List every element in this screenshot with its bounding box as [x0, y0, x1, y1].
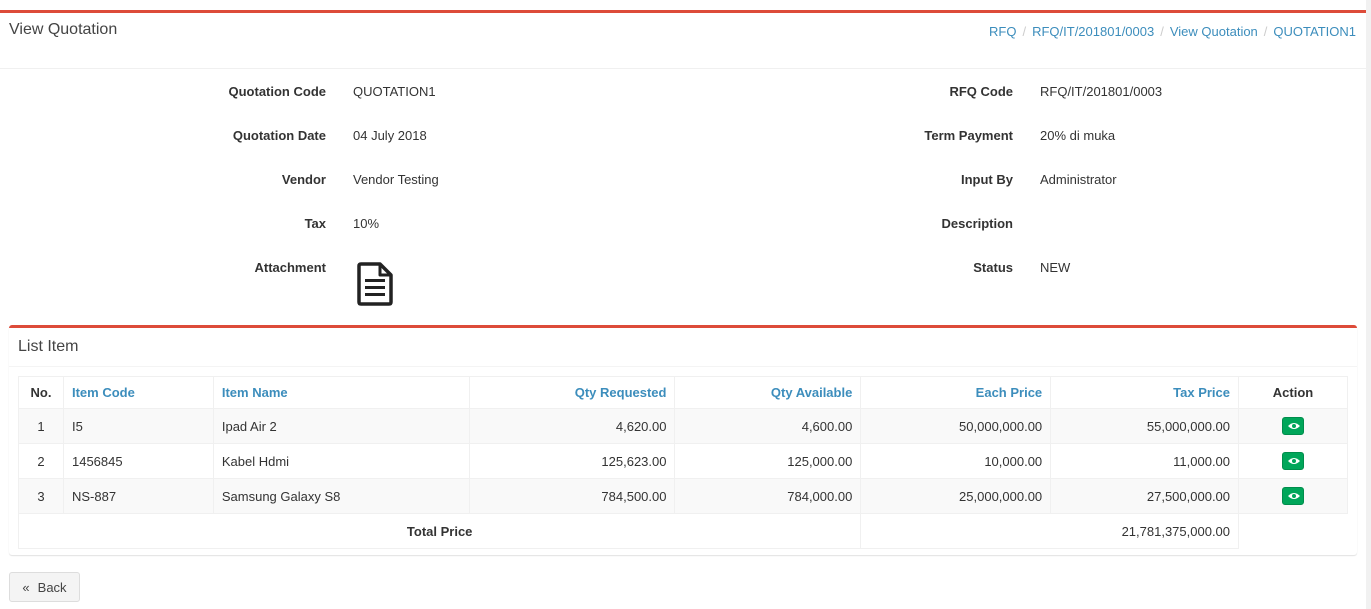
view-button[interactable]	[1282, 417, 1304, 435]
row-qty-available: 784,000.00	[674, 478, 862, 514]
table-header-row: No. Item Code Item Name Qty Requested Qt…	[18, 376, 1348, 409]
term-payment-value: 20% di muka	[1040, 128, 1116, 143]
row-action	[1238, 478, 1348, 514]
row-item-name: Samsung Galaxy S8	[212, 478, 470, 514]
row-qty-requested: 784,500.00	[468, 478, 676, 514]
row-qty-available: 4,600.00	[674, 408, 862, 444]
row-qty-requested: 4,620.00	[468, 408, 676, 444]
total-price-value: 21,781,375,000.00	[860, 513, 1240, 549]
status-value: NEW	[1040, 260, 1071, 275]
list-item-box: List Item No. Item Code Item Name Qty Re…	[9, 325, 1357, 555]
table-row: 2 1456845 Kabel Hdmi 125,623.00 125,000.…	[18, 443, 1348, 479]
row-qty-requested: 125,623.00	[468, 443, 676, 479]
tax-label: Tax	[304, 216, 326, 231]
column-item-code[interactable]: Item Code	[62, 376, 214, 409]
row-tax-price: 55,000,000.00	[1050, 408, 1240, 444]
vendor-value: Vendor Testing	[353, 172, 439, 187]
breadcrumb-separator: /	[1263, 24, 1268, 39]
breadcrumb-separator: /	[1160, 24, 1164, 39]
term-payment-label: Term Payment	[924, 128, 1013, 143]
row-action	[1238, 408, 1348, 444]
column-qty-requested[interactable]: Qty Requested	[468, 376, 676, 409]
items-table: No. Item Code Item Name Qty Requested Qt…	[17, 376, 1348, 549]
breadcrumb: RFQ / RFQ/IT/201801/0003 / View Quotatio…	[989, 24, 1356, 39]
breadcrumb-separator: /	[1022, 24, 1027, 39]
quotation-code-value: QUOTATION1	[353, 84, 436, 99]
quotation-date-label: Quotation Date	[232, 128, 326, 143]
table-row: 1 I5 Ipad Air 2 4,620.00 4,600.00 50,000…	[18, 408, 1348, 444]
status-label: Status	[973, 260, 1013, 275]
view-button[interactable]	[1282, 487, 1304, 505]
row-each-price: 25,000,000.00	[860, 478, 1052, 514]
row-item-name: Kabel Hdmi	[212, 443, 470, 479]
row-no: 3	[18, 478, 64, 514]
row-item-code: I5	[62, 408, 214, 444]
row-qty-available: 125,000.00	[674, 443, 862, 479]
row-item-name: Ipad Air 2	[212, 408, 470, 444]
attachment-label: Attachment	[254, 260, 326, 275]
column-tax-price[interactable]: Tax Price	[1050, 376, 1240, 409]
column-qty-available[interactable]: Qty Available	[674, 376, 862, 409]
row-each-price: 50,000,000.00	[860, 408, 1052, 444]
back-button[interactable]: « Back	[9, 572, 80, 602]
row-item-code: NS-887	[62, 478, 214, 514]
quotation-date-value: 04 July 2018	[353, 128, 427, 143]
breadcrumb-rfq-code[interactable]: RFQ/IT/201801/0003	[1032, 24, 1154, 39]
row-each-price: 10,000.00	[860, 443, 1052, 479]
column-item-name[interactable]: Item Name	[212, 376, 470, 409]
total-price-label: Total Price	[17, 513, 862, 549]
eye-icon	[1288, 423, 1300, 429]
row-item-code: 1456845	[62, 443, 214, 479]
row-tax-price: 27,500,000.00	[1050, 478, 1240, 514]
list-item-title: List Item	[18, 338, 79, 355]
input-by-value: Administrator	[1040, 172, 1117, 187]
page-title: View Quotation	[9, 21, 118, 38]
tax-value: 10%	[353, 216, 380, 231]
view-button[interactable]	[1282, 452, 1304, 470]
vertical-scrollbar[interactable]	[1366, 0, 1371, 609]
row-no: 2	[18, 443, 64, 479]
column-action: Action	[1238, 376, 1348, 409]
rfq-code-label: RFQ Code	[949, 84, 1013, 99]
back-button-label: Back	[37, 579, 67, 595]
row-action	[1238, 443, 1348, 479]
total-row: Total Price 21,781,375,000.00	[17, 513, 1348, 549]
row-no: 1	[18, 408, 64, 444]
rfq-code-value: RFQ/IT/201801/0003	[1040, 84, 1163, 99]
column-no: No.	[18, 376, 64, 409]
table-row: 3 NS-887 Samsung Galaxy S8 784,500.00 78…	[18, 478, 1348, 514]
document-icon[interactable]	[354, 262, 394, 306]
input-by-label: Input By	[961, 172, 1013, 187]
breadcrumb-quotation-code[interactable]: QUOTATION1	[1273, 24, 1356, 39]
breadcrumb-view-quotation[interactable]: View Quotation	[1170, 24, 1258, 39]
breadcrumb-rfq[interactable]: RFQ	[989, 24, 1016, 39]
column-each-price[interactable]: Each Price	[860, 376, 1052, 409]
eye-icon	[1288, 458, 1300, 464]
total-empty-cell	[1239, 514, 1348, 549]
list-item-header: List Item	[9, 328, 1357, 367]
row-tax-price: 11,000.00	[1050, 443, 1240, 479]
description-label: Description	[941, 216, 1013, 231]
vendor-label: Vendor	[281, 172, 326, 187]
content-header: View Quotation RFQ / RFQ/IT/201801/0003 …	[0, 13, 1366, 69]
quotation-code-label: Quotation Code	[228, 84, 327, 99]
double-chevron-left-icon: «	[22, 579, 30, 595]
eye-icon	[1288, 493, 1300, 499]
